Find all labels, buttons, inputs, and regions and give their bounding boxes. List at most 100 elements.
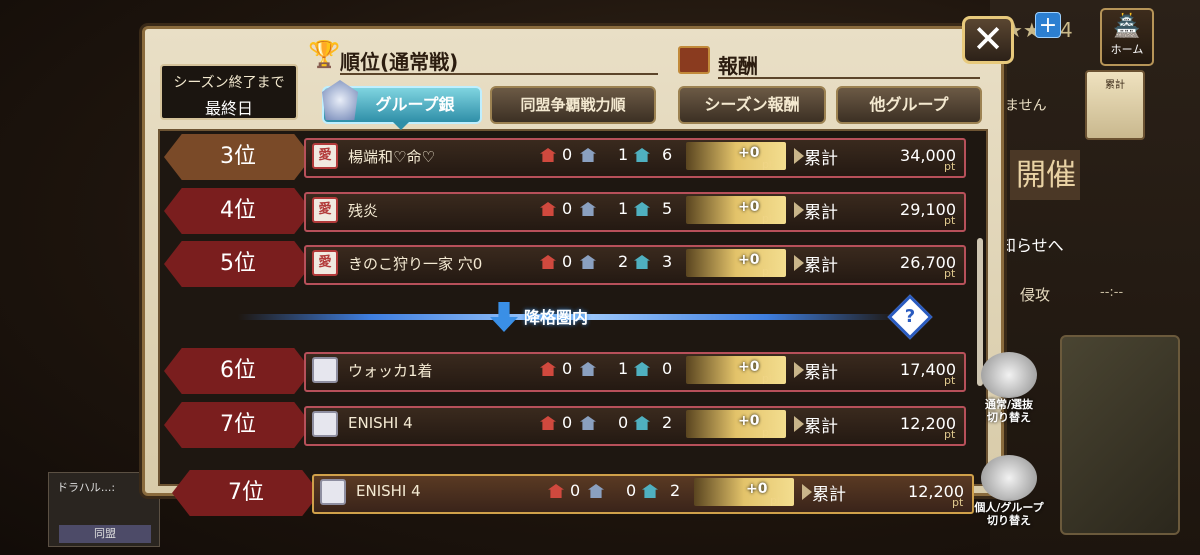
points-unit: pt bbox=[762, 212, 774, 225]
alliance-emblem-icon bbox=[312, 357, 338, 383]
add-currency-button[interactable]: + bbox=[1035, 12, 1061, 38]
total-points: 26,700 bbox=[900, 253, 956, 272]
alliance-button[interactable]: 同盟 bbox=[59, 525, 151, 543]
total-points: 17,400 bbox=[900, 360, 956, 379]
castle-count-red: 0 bbox=[562, 199, 573, 218]
total-points: 34,000 bbox=[900, 146, 956, 165]
castle-count-teal: 5 bbox=[662, 199, 673, 218]
castle-count-gray: 1 bbox=[618, 359, 629, 378]
section-divider bbox=[718, 77, 980, 79]
castle-count-red: 0 bbox=[562, 145, 573, 164]
points-unit: pt bbox=[762, 265, 774, 278]
rank-label: 4位 bbox=[164, 188, 312, 234]
total-unit: pt bbox=[944, 374, 956, 387]
points-gained: +0 bbox=[738, 145, 760, 161]
points-gained: +0 bbox=[738, 359, 760, 375]
castle-count-teal: 3 bbox=[662, 252, 673, 271]
background-timer: --:-- bbox=[1100, 285, 1124, 300]
reward-section-title: 報酬 bbox=[718, 54, 758, 78]
normal-selection-switch-button[interactable]: 通常/選抜 切り替え bbox=[966, 352, 1052, 424]
ranking-row[interactable]: 5位 愛 きのこ狩り一家 穴0 0 2 3 +0 pt 累計 26,700 pt bbox=[164, 241, 970, 287]
total-label: 累計 bbox=[804, 363, 838, 383]
tab-season-reward[interactable]: シーズン報酬 bbox=[678, 86, 826, 124]
rank-label: 7位 bbox=[172, 470, 320, 516]
individual-group-switch-button[interactable]: 個人/グループ 切り替え bbox=[966, 455, 1052, 527]
alliance-name: ENISHI 4 bbox=[348, 414, 413, 432]
close-button[interactable]: ✕ bbox=[962, 16, 1014, 64]
castle-count-gray: 2 bbox=[618, 252, 629, 271]
rank-section-title: 順位(通常戦) bbox=[340, 50, 459, 74]
arrow-right-icon bbox=[794, 362, 804, 378]
arrow-down-icon bbox=[490, 302, 518, 332]
background-invasion: 侵攻 bbox=[1020, 286, 1051, 304]
rank-label: 5位 bbox=[164, 241, 312, 287]
ranking-row[interactable]: 7位 ENISHI 4 0 0 2 +0 pt 累計 12,200 pt bbox=[164, 402, 970, 448]
total-label: 累計 bbox=[804, 149, 838, 169]
switch-label: 切り替え bbox=[987, 514, 1031, 527]
home-button[interactable]: 🏯 ホーム bbox=[1100, 8, 1154, 66]
season-timer: シーズン終了まで 最終日 bbox=[160, 64, 298, 120]
question-icon: ? bbox=[904, 306, 916, 327]
total-label: 累計 bbox=[804, 256, 838, 276]
background-notice: 知らせへ bbox=[1000, 236, 1064, 255]
arrow-right-icon bbox=[794, 148, 804, 164]
points-gained: +0 bbox=[738, 413, 760, 429]
points-unit: pt bbox=[762, 158, 774, 171]
rank-label: 6位 bbox=[164, 348, 312, 394]
trophy-switch-icon bbox=[981, 455, 1037, 501]
demotion-label: 降格圏内 bbox=[524, 308, 589, 327]
background-scroll: 累計 bbox=[1085, 70, 1145, 140]
alliance-emblem-icon: 愛 bbox=[312, 197, 338, 223]
arrow-right-icon bbox=[794, 416, 804, 432]
demotion-zone-divider: 降格圏内 ? bbox=[238, 294, 938, 340]
castle-switch-icon bbox=[981, 352, 1037, 398]
ranking-row[interactable]: 3位 愛 楊端和♡命♡ 0 1 6 +0 pt 累計 34,000 pt bbox=[164, 134, 970, 180]
rank-label: 3位 bbox=[164, 134, 312, 180]
alliance-name: ENISHI 4 bbox=[356, 482, 421, 500]
castle-count-gray: 1 bbox=[618, 199, 629, 218]
trophy-icon: 🏆 bbox=[308, 40, 341, 70]
total-points: 12,200 bbox=[908, 482, 964, 501]
arrow-right-icon bbox=[802, 484, 812, 500]
alliance-emblem-icon: 愛 bbox=[312, 143, 338, 169]
tab-alliance-power[interactable]: 同盟争覇戦力順 bbox=[490, 86, 656, 124]
arrow-right-icon bbox=[794, 202, 804, 218]
castle-count-gray: 1 bbox=[618, 145, 629, 164]
total-label: 累計 bbox=[804, 417, 838, 437]
ranking-row[interactable]: 6位 ウォッカ1着 0 1 0 +0 pt 累計 17,400 pt bbox=[164, 348, 970, 394]
alliance-emblem-icon: 愛 bbox=[312, 250, 338, 276]
total-unit: pt bbox=[944, 267, 956, 280]
tab-other-groups[interactable]: 他グループ bbox=[836, 86, 982, 124]
arrow-right-icon bbox=[794, 255, 804, 271]
total-unit: pt bbox=[944, 214, 956, 227]
castle-count-teal: 0 bbox=[662, 359, 673, 378]
tab-pointer-icon bbox=[393, 122, 409, 130]
switch-label: 個人/グループ bbox=[974, 501, 1044, 514]
castle-count-red: 0 bbox=[562, 359, 573, 378]
castle-count-red: 0 bbox=[562, 413, 573, 432]
total-points: 29,100 bbox=[900, 200, 956, 219]
background-event-banner: 開催 bbox=[1010, 150, 1080, 200]
points-gained: +0 bbox=[738, 252, 760, 268]
rank-label: 7位 bbox=[164, 402, 312, 448]
help-button[interactable]: ? bbox=[887, 294, 933, 340]
points-gained: +0 bbox=[746, 481, 768, 497]
alliance-name: ウォッカ1着 bbox=[348, 362, 433, 380]
my-ranking-row[interactable]: 7位 ENISHI 4 0 0 2 +0 pt 累計 12,200 pt bbox=[172, 470, 974, 516]
castle-count-teal: 2 bbox=[662, 413, 673, 432]
total-unit: pt bbox=[944, 160, 956, 173]
alliance-name: 残炎 bbox=[348, 202, 379, 220]
total-points: 12,200 bbox=[900, 414, 956, 433]
total-unit: pt bbox=[944, 428, 956, 441]
total-label: 累計 bbox=[804, 203, 838, 223]
home-label: ホーム bbox=[1110, 43, 1144, 56]
points-gained: +0 bbox=[738, 199, 760, 215]
alliance-emblem-icon bbox=[320, 479, 346, 505]
ranking-row[interactable]: 4位 愛 残炎 0 1 5 +0 pt 累計 29,100 pt bbox=[164, 188, 970, 234]
castle-count-red: 0 bbox=[562, 252, 573, 271]
castle-count-red: 0 bbox=[570, 481, 581, 500]
alliance-name: 楊端和♡命♡ bbox=[348, 148, 435, 166]
total-label: 累計 bbox=[812, 485, 846, 505]
background-map bbox=[1060, 335, 1180, 535]
game-screen: ★★ 24 + 🏯 ホーム 累計 ません 開催 知らせへ 侵攻 --:-- ドラ… bbox=[0, 0, 1200, 555]
